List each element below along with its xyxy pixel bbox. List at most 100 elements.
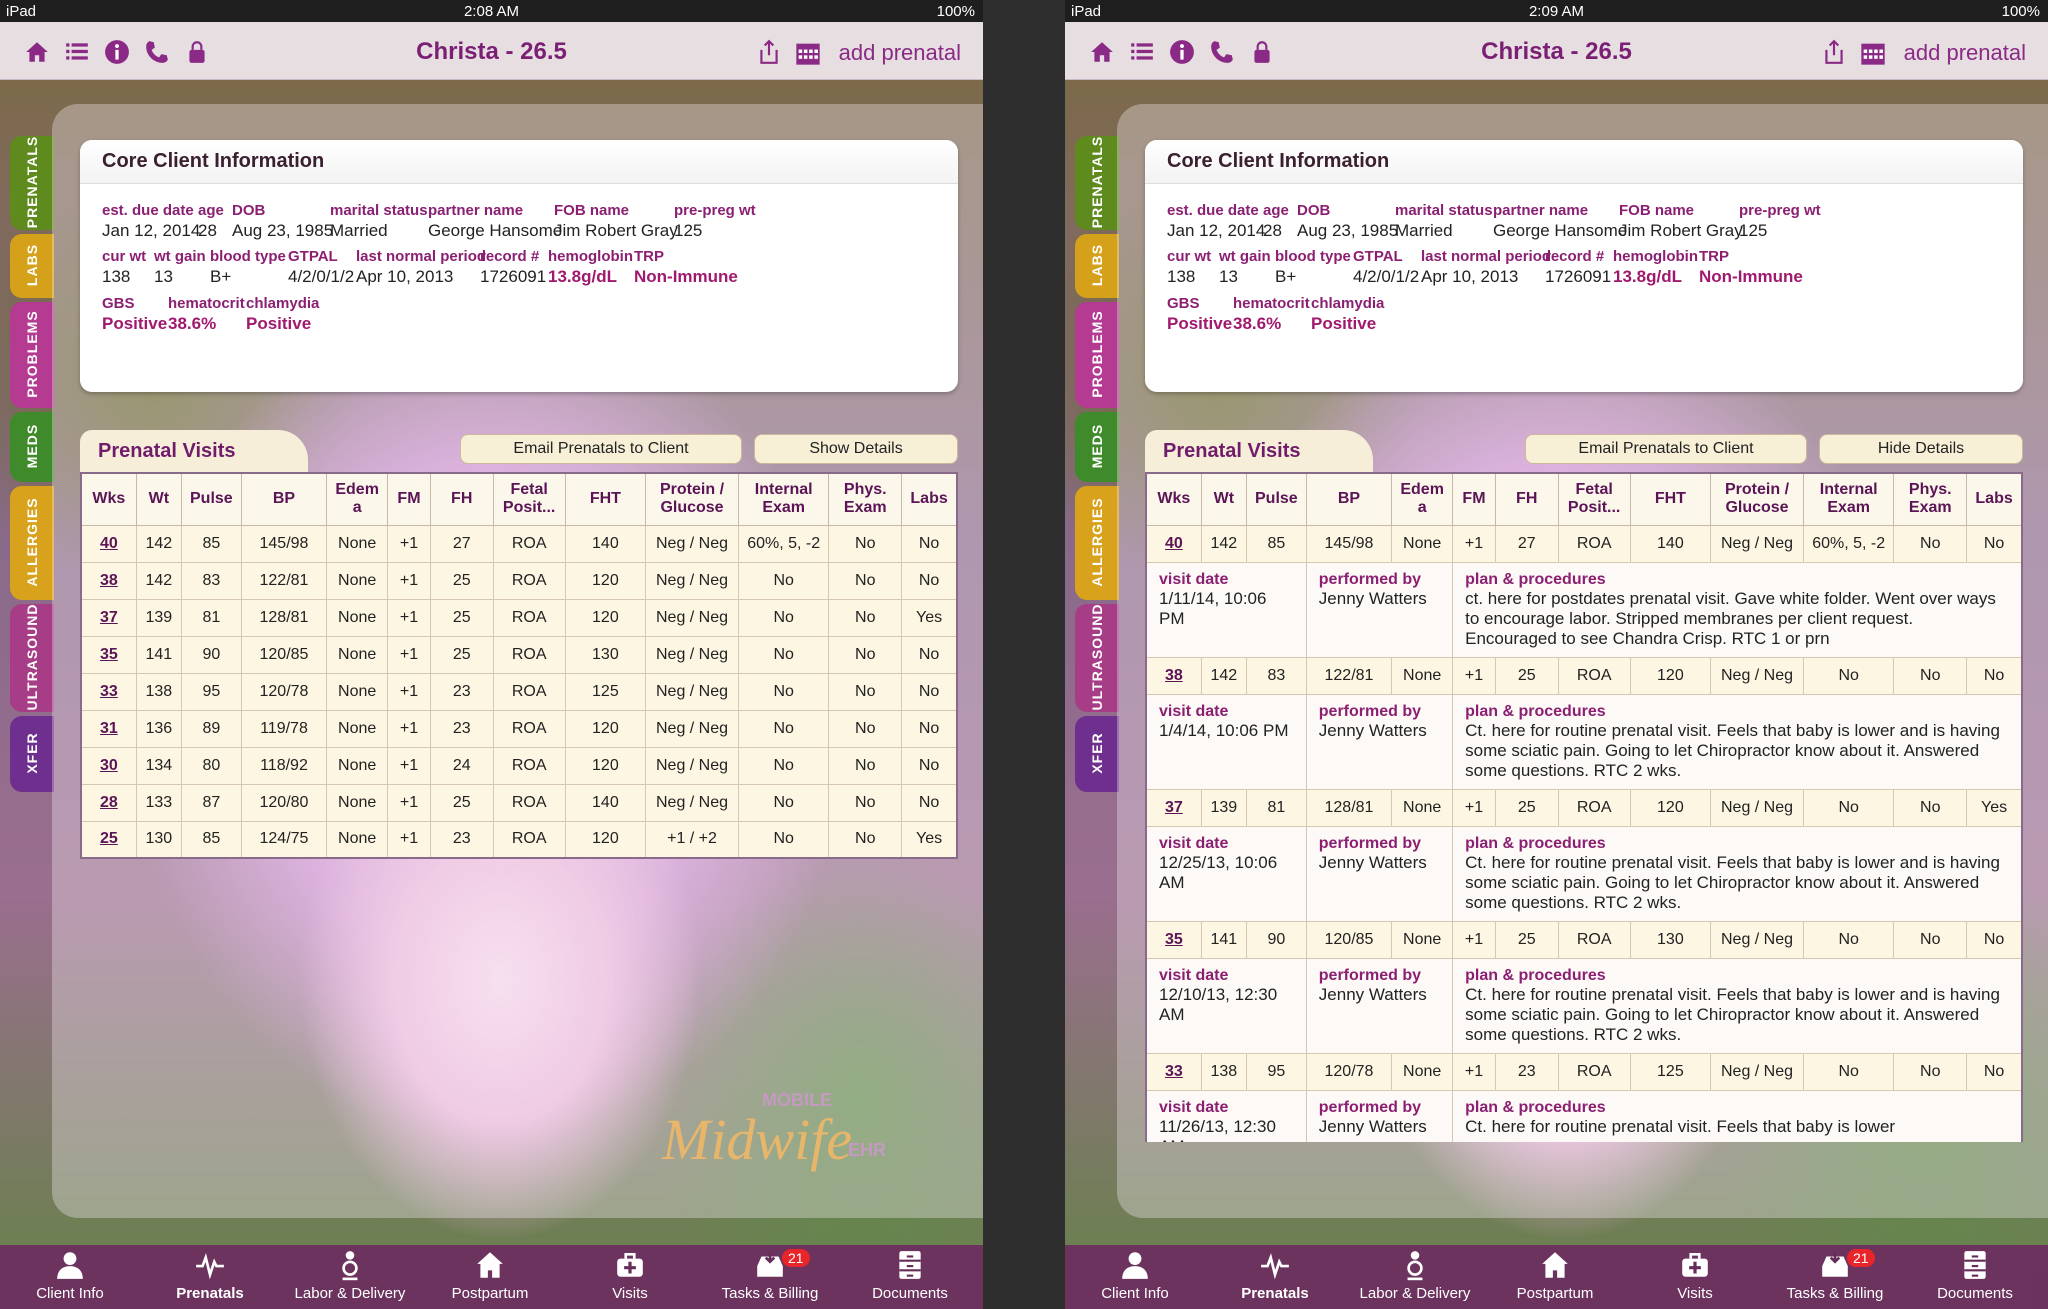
week-link[interactable]: 33 — [100, 683, 118, 700]
add-prenatal-button[interactable]: add prenatal — [1904, 40, 2026, 66]
tab-visits[interactable]: Visits — [1625, 1249, 1765, 1302]
column-header[interactable]: Labs — [901, 472, 958, 526]
column-header[interactable]: Wks — [80, 472, 137, 526]
table-cell: Neg / Neg — [1710, 1052, 1804, 1091]
side-tab-allergies[interactable]: ALLERGIES — [10, 486, 54, 600]
tab-labor-delivery[interactable]: Labor & Delivery — [1345, 1249, 1485, 1302]
mother-baby-icon — [280, 1249, 420, 1285]
column-header[interactable]: Internal Exam — [737, 472, 830, 526]
table-row[interactable]: 37 139 81 128/81 None +1 25 ROA 120 Neg / Neg No No… — [1145, 788, 2023, 827]
table-row[interactable]: 33 138 95 120/78 None +1 23 ROA 125 Neg / Neg No No… — [1145, 1052, 2023, 1091]
tab-postpartum[interactable]: Postpartum — [420, 1249, 560, 1302]
week-link[interactable]: 31 — [100, 720, 118, 737]
tab-documents[interactable]: Documents — [840, 1249, 980, 1302]
visits-table-wrap: Wks Wt Pulse BP Edem a FM FH Fetal Posit... FHT P… — [80, 472, 958, 874]
calendar-icon[interactable] — [794, 39, 820, 65]
column-header[interactable]: Labs — [1966, 472, 2023, 526]
week-link[interactable]: 40 — [1165, 535, 1183, 552]
column-header[interactable]: Fetal Posit... — [492, 472, 566, 526]
table-cell: 37 — [1145, 788, 1202, 827]
week-link[interactable]: 38 — [100, 572, 118, 589]
table-cell: ROA — [1557, 920, 1631, 959]
tab-tasks-billing[interactable]: 21 Tasks & Billing — [1765, 1249, 1905, 1302]
column-header[interactable]: Protein / Glucose — [645, 472, 739, 526]
week-link[interactable]: 37 — [1165, 799, 1183, 816]
table-row[interactable]: 28 133 87 120/80 None +1 25 ROA 140 Neg / Neg No No… — [80, 783, 958, 822]
table-row[interactable]: 30 134 80 118/92 None +1 24 ROA 120 Neg / Neg No No… — [80, 746, 958, 785]
prenatal-visits-title: Prenatal Visits — [80, 430, 308, 472]
week-link[interactable]: 38 — [1165, 667, 1183, 684]
table-cell: +1 — [387, 598, 431, 637]
week-link[interactable]: 33 — [1165, 1063, 1183, 1080]
column-header[interactable]: Wt — [1200, 472, 1247, 526]
column-header[interactable]: Edem a — [326, 472, 389, 526]
tab-prenatals[interactable]: Prenatals — [1205, 1249, 1345, 1302]
tab-client-info[interactable]: Client Info — [1065, 1249, 1205, 1302]
week-link[interactable]: 35 — [1165, 931, 1183, 948]
week-link[interactable]: 25 — [100, 830, 118, 847]
tab-labor-delivery[interactable]: Labor & Delivery — [280, 1249, 420, 1302]
tab-tasks-billing[interactable]: 21 Tasks & Billing — [700, 1249, 840, 1302]
table-cell: No — [828, 746, 903, 785]
column-header[interactable]: Wks — [1145, 472, 1202, 526]
show-details-button[interactable]: Show Details — [754, 434, 958, 464]
performed-by-label: performed by — [1318, 570, 1422, 588]
column-header[interactable]: Pulse — [180, 472, 242, 526]
status-bar: iPad 2:09 AM 100% — [1065, 0, 2048, 22]
tab-visits[interactable]: Visits — [560, 1249, 700, 1302]
column-header[interactable]: Wt — [135, 472, 182, 526]
table-cell: None — [326, 598, 389, 637]
side-tab-xfer[interactable]: XFER — [10, 716, 54, 792]
column-header[interactable]: Protein / Glucose — [1710, 472, 1804, 526]
table-cell: ROA — [1557, 788, 1631, 827]
email-prenatals-button[interactable]: Email Prenatals to Client — [460, 434, 742, 464]
column-header[interactable]: FHT — [564, 472, 647, 526]
column-header[interactable]: BP — [1305, 472, 1393, 526]
tab-postpartum[interactable]: Postpartum — [1485, 1249, 1625, 1302]
share-icon[interactable] — [1821, 39, 1847, 65]
week-link[interactable]: 28 — [100, 794, 118, 811]
table-row[interactable]: 35 141 90 120/85 None +1 25 ROA 130 Neg / Neg No No… — [1145, 920, 2023, 959]
table-row[interactable]: 25 130 85 124/75 None +1 23 ROA 120 +1 / +2 No No Ye… — [80, 820, 958, 859]
calendar-icon[interactable] — [1859, 39, 1885, 65]
column-header[interactable]: FM — [387, 472, 431, 526]
tab-label: Prenatals — [1241, 1285, 1309, 1302]
field-label: age — [198, 202, 224, 219]
column-header[interactable]: Phys. Exam — [828, 472, 903, 526]
table-row[interactable]: 40 142 85 145/98 None +1 27 ROA 140 Neg / Neg 60%,… — [80, 524, 958, 563]
column-header[interactable]: FH — [429, 472, 494, 526]
tab-client-info[interactable]: Client Info — [0, 1249, 140, 1302]
field-label: last normal period — [1421, 248, 1552, 265]
week-link[interactable]: 30 — [100, 757, 118, 774]
column-header[interactable]: BP — [240, 472, 328, 526]
column-header[interactable]: Edem a — [1391, 472, 1454, 526]
share-icon[interactable] — [756, 39, 782, 65]
tab-documents[interactable]: Documents — [1905, 1249, 2045, 1302]
table-row[interactable]: 37 139 81 128/81 None +1 25 ROA 120 Neg / Neg No No… — [80, 598, 958, 637]
column-header[interactable]: Fetal Posit... — [1557, 472, 1631, 526]
column-header[interactable]: Pulse — [1245, 472, 1307, 526]
add-prenatal-button[interactable]: add prenatal — [839, 40, 961, 66]
side-tab-xfer[interactable]: XFER — [1075, 716, 1119, 792]
week-link[interactable]: 35 — [100, 646, 118, 663]
table-row[interactable]: 38 142 83 122/81 None +1 25 ROA 120 Neg / Neg No No… — [80, 561, 958, 600]
table-cell: 27 — [429, 524, 494, 563]
column-header[interactable]: FH — [1494, 472, 1559, 526]
table-row[interactable]: 35 141 90 120/85 None +1 25 ROA 130 Neg / Neg No No… — [80, 635, 958, 674]
table-row[interactable]: 31 136 89 119/78 None +1 23 ROA 120 Neg / Neg No No… — [80, 709, 958, 748]
table-row[interactable]: 40 142 85 145/98 None +1 27 ROA 140 Neg / Neg 60%,… — [1145, 524, 2023, 563]
week-link[interactable]: 37 — [100, 609, 118, 626]
table-row[interactable]: 38 142 83 122/81 None +1 25 ROA 120 Neg / Neg No No… — [1145, 656, 2023, 695]
table-cell: 120 — [1629, 656, 1712, 695]
email-prenatals-button[interactable]: Email Prenatals to Client — [1525, 434, 1807, 464]
column-header[interactable]: FHT — [1629, 472, 1712, 526]
column-header[interactable]: Internal Exam — [1802, 472, 1895, 526]
side-tab-allergies[interactable]: ALLERGIES — [1075, 486, 1119, 600]
field-value: George Hansome — [1493, 221, 1628, 240]
table-row[interactable]: 33 138 95 120/78 None +1 23 ROA 125 Neg / Neg No No… — [80, 672, 958, 711]
column-header[interactable]: Phys. Exam — [1893, 472, 1968, 526]
week-link[interactable]: 40 — [100, 535, 118, 552]
tab-prenatals[interactable]: Prenatals — [140, 1249, 280, 1302]
hide-details-button[interactable]: Hide Details — [1819, 434, 2023, 464]
column-header[interactable]: FM — [1452, 472, 1496, 526]
